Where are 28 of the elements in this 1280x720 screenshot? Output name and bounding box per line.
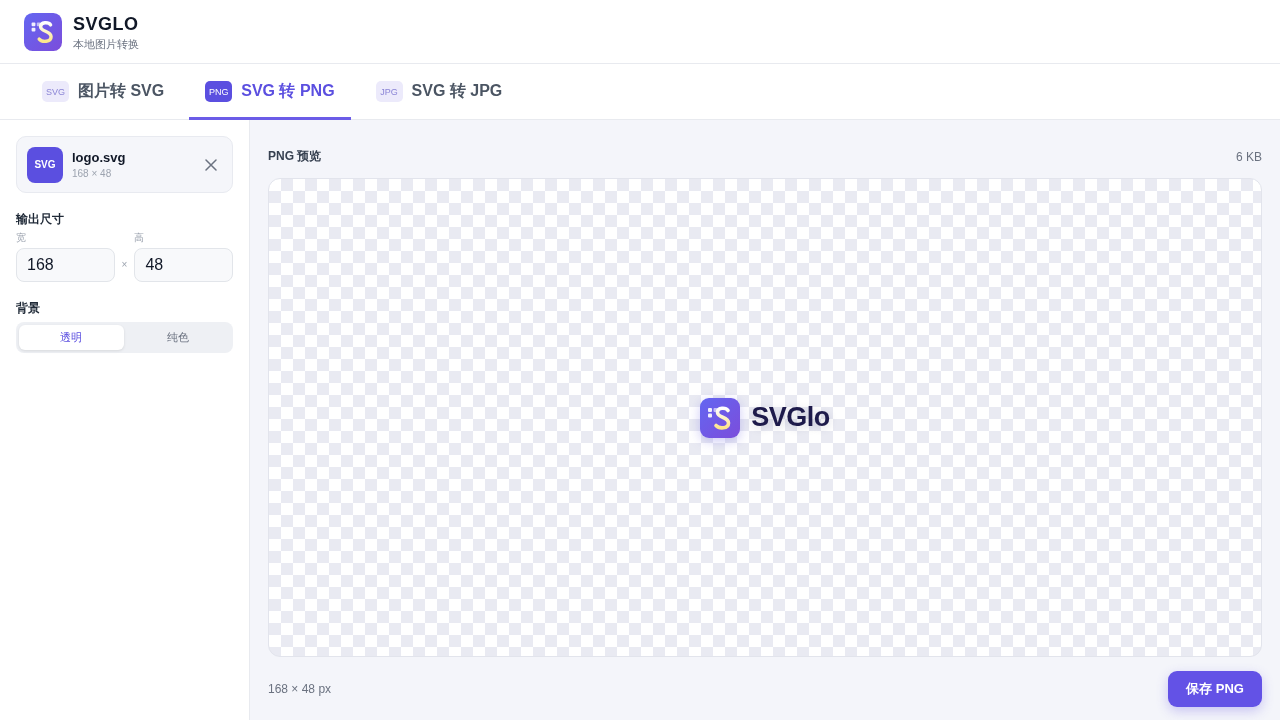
background-option[interactable]: 透明 xyxy=(19,325,124,350)
background-option[interactable]: 纯色 xyxy=(125,325,230,350)
file-size: 6 KB xyxy=(1236,149,1262,164)
format-badge: JPG xyxy=(375,81,403,102)
preview-logo-wordmark: SVGlo xyxy=(751,402,830,433)
section-title: 输出尺寸 xyxy=(16,212,65,226)
field-label: 宽 xyxy=(16,232,27,244)
save-png-button[interactable]: 保存 PNG xyxy=(1168,670,1262,707)
dimension-input[interactable]: 48 xyxy=(134,248,233,282)
remove-file-button[interactable] xyxy=(204,157,218,172)
format-badge: PNG xyxy=(205,81,233,102)
dimension-input[interactable]: 168 xyxy=(16,248,115,282)
output-dimensions: 168 × 48 px xyxy=(268,681,332,696)
tab[interactable]: JPG SVG 转 JPG xyxy=(359,64,519,120)
preview-title: PNG 预览 xyxy=(268,148,322,165)
field-label: 高 xyxy=(134,232,146,244)
app-logo-icon xyxy=(24,12,62,51)
format-badge: SVG xyxy=(42,81,69,102)
tab[interactable]: SVG 图片转 SVG xyxy=(26,64,181,120)
app-subtitle: 本地图片转换 xyxy=(73,36,139,51)
file-name: logo.svg xyxy=(72,150,127,165)
preview-logo-icon xyxy=(700,397,741,438)
file-dimensions: 168 × 48 xyxy=(72,168,113,179)
dimension-separator: × xyxy=(121,258,128,272)
section-title: 背景 xyxy=(16,301,41,315)
file-type-badge: SVG xyxy=(27,146,63,183)
close-icon xyxy=(205,158,217,171)
app-title: SVGLO xyxy=(73,12,139,35)
